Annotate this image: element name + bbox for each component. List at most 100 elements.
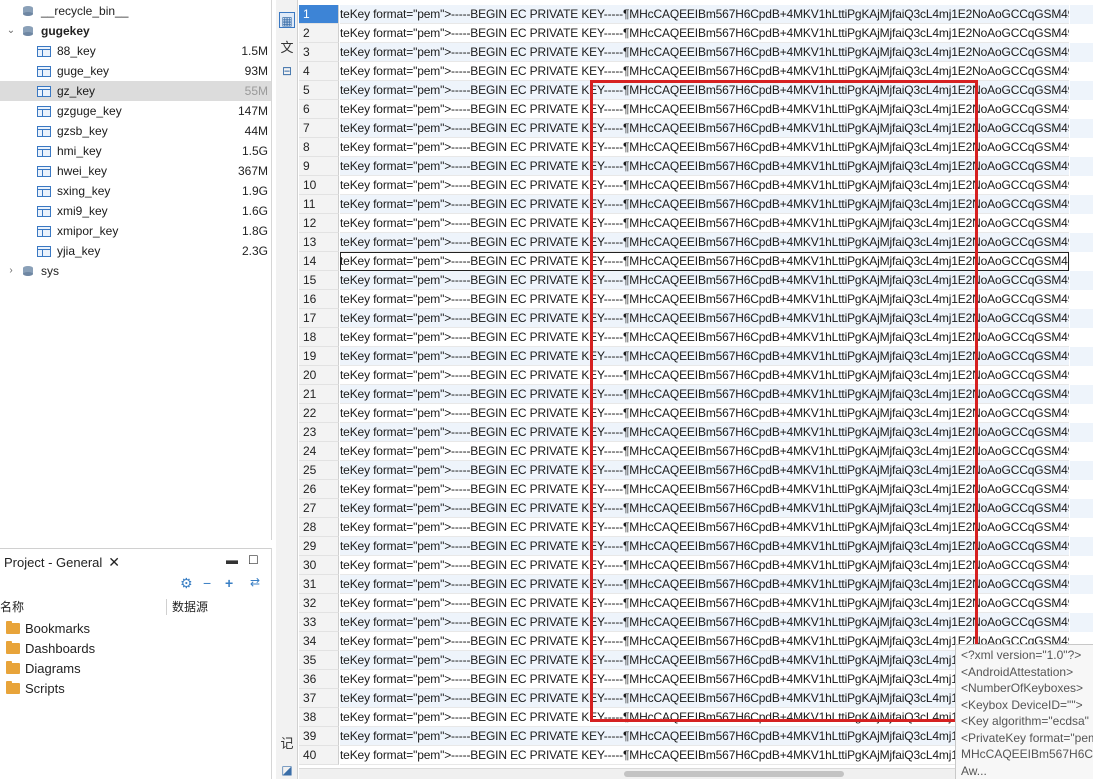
table-row[interactable]: 25 teKey format="pem">-----BEGIN EC PRIVA… bbox=[299, 461, 1093, 480]
row-number[interactable]: 9 bbox=[299, 157, 339, 176]
table-cell[interactable]: teKey format="pem">-----BEGIN EC PRIVATE… bbox=[340, 119, 1069, 138]
table-row[interactable]: 33 teKey format="pem">-----BEGIN EC PRIVA… bbox=[299, 613, 1093, 632]
table-cell[interactable]: teKey format="pem">-----BEGIN EC PRIVATE… bbox=[340, 613, 1069, 632]
table-cell[interactable]: teKey format="pem">-----BEGIN EC PRIVATE… bbox=[340, 5, 1069, 24]
row-number[interactable]: 21 bbox=[299, 385, 339, 404]
row-number[interactable]: 14 bbox=[299, 252, 339, 271]
row-number[interactable]: 5 bbox=[299, 81, 339, 100]
row-number[interactable]: 2 bbox=[299, 24, 339, 43]
row-number[interactable]: 17 bbox=[299, 309, 339, 328]
table-cell[interactable]: teKey format="pem">-----BEGIN EC PRIVATE… bbox=[340, 100, 1069, 119]
table-cell[interactable]: teKey format="pem">-----BEGIN EC PRIVATE… bbox=[340, 309, 1069, 328]
row-number[interactable]: 18 bbox=[299, 328, 339, 347]
column-divider[interactable] bbox=[166, 599, 167, 615]
row-number[interactable]: 31 bbox=[299, 575, 339, 594]
table-item[interactable]: gzsb_key 44M bbox=[0, 121, 271, 141]
table-row[interactable]: 9 teKey format="pem">-----BEGIN EC PRIVAT… bbox=[299, 157, 1093, 176]
table-cell[interactable]: teKey format="pem">-----BEGIN EC PRIVATE… bbox=[340, 347, 1069, 366]
table-cell[interactable]: teKey format="pem">-----BEGIN EC PRIVATE… bbox=[340, 404, 1069, 423]
table-cell[interactable]: teKey format="pem">-----BEGIN EC PRIVATE… bbox=[340, 138, 1069, 157]
table-cell[interactable]: teKey format="pem">-----BEGIN EC PRIVATE… bbox=[340, 176, 1069, 195]
table-cell[interactable]: teKey format="pem">-----BEGIN EC PRIVATE… bbox=[340, 537, 1069, 556]
gear-icon[interactable]: ⚙ bbox=[180, 575, 193, 592]
row-number[interactable]: 27 bbox=[299, 499, 339, 518]
row-number[interactable]: 11 bbox=[299, 195, 339, 214]
table-cell[interactable]: teKey format="pem">-----BEGIN EC PRIVATE… bbox=[340, 366, 1069, 385]
tree-item-gugekey[interactable]: ⌄ gugekey bbox=[0, 21, 271, 41]
row-number[interactable]: 33 bbox=[299, 613, 339, 632]
table-cell[interactable]: teKey format="pem">-----BEGIN EC PRIVATE… bbox=[340, 328, 1069, 347]
row-number[interactable]: 35 bbox=[299, 651, 339, 670]
table-item[interactable]: guge_key 93M bbox=[0, 61, 271, 81]
column-datasource-header[interactable]: 数据源 bbox=[172, 597, 208, 617]
table-cell[interactable]: teKey format="pem">-----BEGIN EC PRIVATE… bbox=[340, 157, 1069, 176]
table-cell[interactable]: teKey format="pem">-----BEGIN EC PRIVATE… bbox=[340, 385, 1069, 404]
table-row[interactable]: 21 teKey format="pem">-----BEGIN EC PRIVA… bbox=[299, 385, 1093, 404]
table-row[interactable]: 26 teKey format="pem">-----BEGIN EC PRIVA… bbox=[299, 480, 1093, 499]
table-cell[interactable]: teKey format="pem">-----BEGIN EC PRIVATE… bbox=[340, 461, 1069, 480]
row-number[interactable]: 37 bbox=[299, 689, 339, 708]
row-number[interactable]: 4 bbox=[299, 62, 339, 81]
row-number[interactable]: 7 bbox=[299, 119, 339, 138]
chevron-right-icon[interactable]: › bbox=[6, 261, 16, 281]
row-number[interactable]: 22 bbox=[299, 404, 339, 423]
table-row[interactable]: 12 teKey format="pem">-----BEGIN EC PRIVA… bbox=[299, 214, 1093, 233]
table-item[interactable]: xmi9_key 1.6G bbox=[0, 201, 271, 221]
table-row[interactable]: 27 teKey format="pem">-----BEGIN EC PRIVA… bbox=[299, 499, 1093, 518]
row-number[interactable]: 28 bbox=[299, 518, 339, 537]
table-cell[interactable]: teKey format="pem">-----BEGIN EC PRIVATE… bbox=[340, 518, 1069, 537]
table-row[interactable]: 24 teKey format="pem">-----BEGIN EC PRIVA… bbox=[299, 442, 1093, 461]
table-cell[interactable]: teKey format="pem">-----BEGIN EC PRIVATE… bbox=[340, 423, 1069, 442]
table-row[interactable]: 30 teKey format="pem">-----BEGIN EC PRIVA… bbox=[299, 556, 1093, 575]
table-row[interactable]: 18 teKey format="pem">-----BEGIN EC PRIVA… bbox=[299, 328, 1093, 347]
table-row[interactable]: 7 teKey format="pem">-----BEGIN EC PRIVAT… bbox=[299, 119, 1093, 138]
table-row[interactable]: 32 teKey format="pem">-----BEGIN EC PRIVA… bbox=[299, 594, 1093, 613]
table-item[interactable]: gz_key 55M bbox=[0, 81, 271, 101]
project-item-dashboards[interactable]: Dashboards bbox=[6, 639, 95, 659]
table-cell[interactable]: teKey format="pem">-----BEGIN EC PRIVATE… bbox=[340, 214, 1069, 233]
table-cell[interactable]: teKey format="pem">-----BEGIN EC PRIVATE… bbox=[340, 195, 1069, 214]
tree-item-recycle-bin[interactable]: __recycle_bin__ bbox=[0, 1, 271, 21]
table-cell[interactable]: teKey format="pem">-----BEGIN EC PRIVATE… bbox=[340, 81, 1069, 100]
table-row[interactable]: 1 teKey format="pem">-----BEGIN EC PRIVAT… bbox=[299, 5, 1093, 24]
table-row[interactable]: 2 teKey format="pem">-----BEGIN EC PRIVAT… bbox=[299, 24, 1093, 43]
row-number[interactable]: 29 bbox=[299, 537, 339, 556]
minimize-icon[interactable]: ▬ bbox=[226, 553, 238, 567]
table-cell[interactable]: teKey format="pem">-----BEGIN EC PRIVATE… bbox=[340, 233, 1069, 252]
collapse-icon[interactable]: − bbox=[203, 575, 211, 591]
table-cell[interactable]: teKey format="pem">-----BEGIN EC PRIVATE… bbox=[340, 271, 1069, 290]
horizontal-scrollbar[interactable] bbox=[299, 768, 955, 779]
table-cell[interactable]: teKey format="pem">-----BEGIN EC PRIVATE… bbox=[340, 442, 1069, 461]
table-row[interactable]: 6 teKey format="pem">-----BEGIN EC PRIVAT… bbox=[299, 100, 1093, 119]
table-cell[interactable]: teKey format="pem">-----BEGIN EC PRIVATE… bbox=[340, 62, 1069, 81]
table-row[interactable]: 20 teKey format="pem">-----BEGIN EC PRIVA… bbox=[299, 366, 1093, 385]
row-number[interactable]: 3 bbox=[299, 43, 339, 62]
tab-project-general[interactable]: Project - General ✕ bbox=[0, 551, 120, 573]
row-number[interactable]: 10 bbox=[299, 176, 339, 195]
table-row[interactable]: 8 teKey format="pem">-----BEGIN EC PRIVAT… bbox=[299, 138, 1093, 157]
row-number[interactable]: 30 bbox=[299, 556, 339, 575]
project-item-diagrams[interactable]: Diagrams bbox=[6, 659, 81, 679]
row-number[interactable]: 25 bbox=[299, 461, 339, 480]
row-number[interactable]: 32 bbox=[299, 594, 339, 613]
table-item[interactable]: hwei_key 367M bbox=[0, 161, 271, 181]
table-row[interactable]: 15 teKey format="pem">-----BEGIN EC PRIVA… bbox=[299, 271, 1093, 290]
table-row[interactable]: 23 teKey format="pem">-----BEGIN EC PRIVA… bbox=[299, 423, 1093, 442]
table-row[interactable]: 4 teKey format="pem">-----BEGIN EC PRIVAT… bbox=[299, 62, 1093, 81]
filter-icon[interactable]: ◪ bbox=[279, 762, 295, 778]
table-cell[interactable]: teKey format="pem">-----BEGIN EC PRIVATE… bbox=[340, 252, 1069, 271]
row-number[interactable]: 20 bbox=[299, 366, 339, 385]
table-row[interactable]: 19 teKey format="pem">-----BEGIN EC PRIVA… bbox=[299, 347, 1093, 366]
table-row[interactable]: 13 teKey format="pem">-----BEGIN EC PRIVA… bbox=[299, 233, 1093, 252]
table-row[interactable]: 14 teKey format="pem">-----BEGIN EC PRIVA… bbox=[299, 252, 1093, 271]
row-number[interactable]: 1 bbox=[299, 5, 339, 24]
row-number[interactable]: 34 bbox=[299, 632, 339, 651]
table-item[interactable]: xmipor_key 1.8G bbox=[0, 221, 271, 241]
table-cell[interactable]: teKey format="pem">-----BEGIN EC PRIVATE… bbox=[340, 556, 1069, 575]
table-cell[interactable]: teKey format="pem">-----BEGIN EC PRIVATE… bbox=[340, 290, 1069, 309]
grid-view-icon[interactable]: ▦ bbox=[279, 12, 295, 28]
project-item-bookmarks[interactable]: Bookmarks bbox=[6, 619, 90, 639]
row-number[interactable]: 8 bbox=[299, 138, 339, 157]
table-row[interactable]: 29 teKey format="pem">-----BEGIN EC PRIVA… bbox=[299, 537, 1093, 556]
table-item[interactable]: hmi_key 1.5G bbox=[0, 141, 271, 161]
